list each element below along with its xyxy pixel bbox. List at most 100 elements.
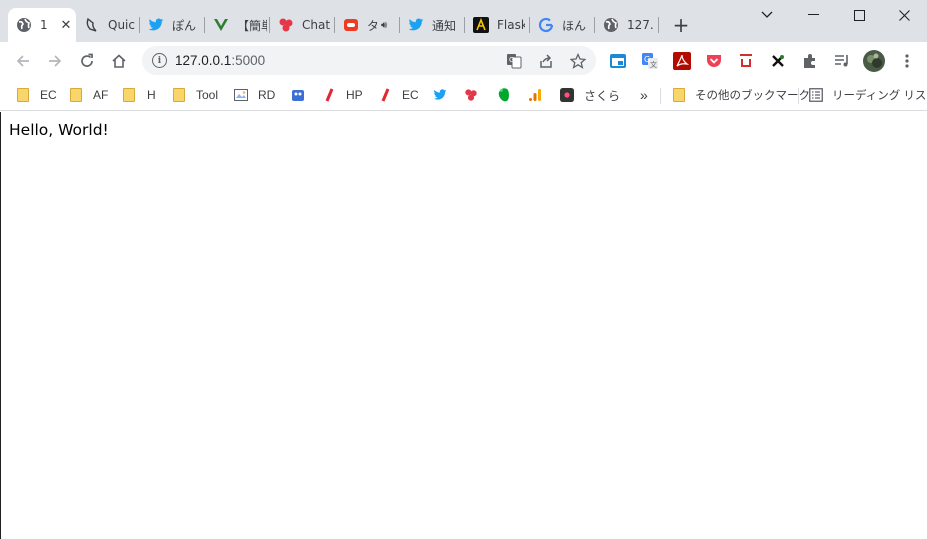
tab-title: 【簡単: [237, 18, 267, 33]
tab-flask[interactable]: Flask: [465, 8, 530, 42]
audio-playing-icon[interactable]: 🔊︎: [381, 20, 387, 31]
bookmark-analytics[interactable]: [528, 86, 542, 104]
bookmark-label: EC: [402, 88, 419, 102]
x-tool-extension-icon[interactable]: [769, 52, 787, 70]
quick-icon: [84, 17, 100, 33]
bookmark-ec-2[interactable]: EC: [378, 86, 419, 104]
tab-localhost[interactable]: 127.0: [595, 8, 659, 42]
tab-quick[interactable]: Quic: [76, 8, 140, 42]
share-icon[interactable]: [536, 51, 556, 71]
globe-icon: [603, 17, 619, 33]
menu-kebab-icon[interactable]: [898, 52, 916, 70]
tab-active[interactable]: 1 ✕: [8, 8, 76, 42]
page-viewport: Hello, World!: [0, 112, 927, 539]
bookmark-blue-app[interactable]: [291, 86, 305, 104]
folder-icon: [122, 88, 136, 102]
double-chevron-right-icon: »: [640, 87, 648, 103]
reading-list-button[interactable]: リーディング リスト: [809, 86, 927, 104]
tab-search-button[interactable]: [744, 0, 790, 30]
red-slash-icon: [378, 88, 392, 102]
maximize-icon: [853, 9, 865, 21]
pocket-extension-icon[interactable]: [705, 52, 723, 70]
tab-divider: [658, 17, 659, 33]
twitter-bird-icon: [148, 17, 164, 33]
home-button[interactable]: [106, 48, 132, 74]
bookmark-folder-h[interactable]: H: [122, 86, 156, 104]
address-bar[interactable]: i 127.0.0.1:5000 G: [142, 46, 596, 75]
bookmark-rd[interactable]: RD: [234, 86, 275, 104]
bookmarks-divider: [798, 88, 799, 104]
google-translate-extension-icon[interactable]: G文: [641, 52, 659, 70]
bookmark-twitter[interactable]: [433, 86, 447, 104]
folder-icon: [16, 88, 30, 102]
red-slash-icon: [322, 88, 336, 102]
tab-title: タ: [367, 18, 377, 33]
blue-app-icon: [291, 88, 305, 102]
bookmark-label: HP: [346, 88, 363, 102]
sakura-icon: [560, 88, 574, 102]
close-window-button[interactable]: [881, 0, 927, 30]
bookmark-chatwork[interactable]: [464, 86, 478, 104]
bookmark-hp[interactable]: HP: [322, 86, 363, 104]
media-controls-icon[interactable]: [833, 52, 851, 70]
url-text[interactable]: 127.0.0.1:5000: [175, 53, 265, 68]
site-info-icon[interactable]: i: [152, 53, 167, 68]
bookmark-label: AF: [93, 88, 109, 102]
screen-capture-extension-icon[interactable]: [609, 52, 627, 70]
analytics-icon: [528, 88, 542, 102]
bookmark-folder-tool[interactable]: Tool: [172, 86, 218, 104]
bookmark-star-icon[interactable]: [568, 51, 588, 71]
back-button[interactable]: [10, 48, 36, 74]
extensions-puzzle-icon[interactable]: [801, 52, 819, 70]
tab-title: Quic: [108, 18, 135, 32]
reload-button[interactable]: [74, 48, 100, 74]
forward-button[interactable]: [42, 48, 68, 74]
bookmark-label: さくら: [584, 88, 621, 103]
speaker-app-icon: [343, 17, 359, 33]
maximize-button[interactable]: [836, 0, 882, 30]
new-tab-button[interactable]: +: [671, 15, 691, 35]
hello-world-text: Hello, World!: [9, 121, 109, 139]
minimize-icon: [807, 14, 819, 15]
twitter-bird-icon: [433, 88, 447, 102]
close-tab-icon[interactable]: ✕: [58, 17, 74, 33]
twitter-bird-icon: [408, 17, 424, 33]
tab-chatwork[interactable]: Chat: [270, 8, 335, 42]
chatwork-icon: [278, 17, 294, 33]
bookmarks-divider: [660, 88, 661, 104]
tab-twitter-1[interactable]: ぽんこ: [140, 8, 205, 42]
url-host: 127.0.0.1: [175, 53, 232, 68]
folder-icon: [172, 88, 186, 102]
other-bookmarks-folder[interactable]: その他のブックマーク: [672, 86, 810, 104]
bookmark-label: EC: [40, 88, 57, 102]
svg-text:文: 文: [650, 60, 657, 69]
other-bookmarks-label: その他のブックマーク: [695, 90, 810, 102]
arrow-right-icon: [49, 55, 62, 67]
evernote-icon: [497, 87, 511, 102]
tab-strip: 1 ✕ Quic ぽんこ 【簡単 Chat タ 🔊︎: [0, 0, 927, 42]
browser-toolbar: i 127.0.0.1:5000 G G文: [0, 42, 927, 79]
minimize-button[interactable]: [790, 0, 836, 30]
tab-twitter-2[interactable]: 通知: [400, 8, 465, 42]
bookmark-folder-af[interactable]: AF: [69, 86, 108, 104]
rd-image-icon: [234, 88, 248, 102]
tab-title: Flask: [497, 18, 525, 32]
tab-google[interactable]: ほんゞ: [530, 8, 595, 42]
bookmarks-bar: EC AF H Tool RD HP EC さくら » その他のブックマーク リ…: [0, 79, 927, 111]
translate-icon[interactable]: G: [504, 51, 524, 71]
tab-audio[interactable]: タ 🔊︎: [335, 8, 400, 42]
tab-title: 1: [40, 18, 48, 32]
chatwork-icon: [464, 88, 478, 102]
profile-avatar[interactable]: [863, 50, 885, 72]
bookmark-label: H: [147, 88, 156, 102]
tab-v-article[interactable]: 【簡単: [205, 8, 270, 42]
adobe-acrobat-extension-icon[interactable]: [673, 52, 691, 70]
folder-icon: [672, 88, 686, 102]
more-bookmarks-button[interactable]: »: [640, 86, 648, 104]
red-clip-extension-icon[interactable]: [737, 52, 755, 70]
url-port: :5000: [231, 53, 266, 68]
bookmark-sakura[interactable]: さくら: [560, 86, 620, 104]
bookmark-evernote[interactable]: [497, 86, 511, 104]
bookmark-folder-ec[interactable]: EC: [16, 86, 57, 104]
bookmark-label: RD: [258, 88, 276, 102]
